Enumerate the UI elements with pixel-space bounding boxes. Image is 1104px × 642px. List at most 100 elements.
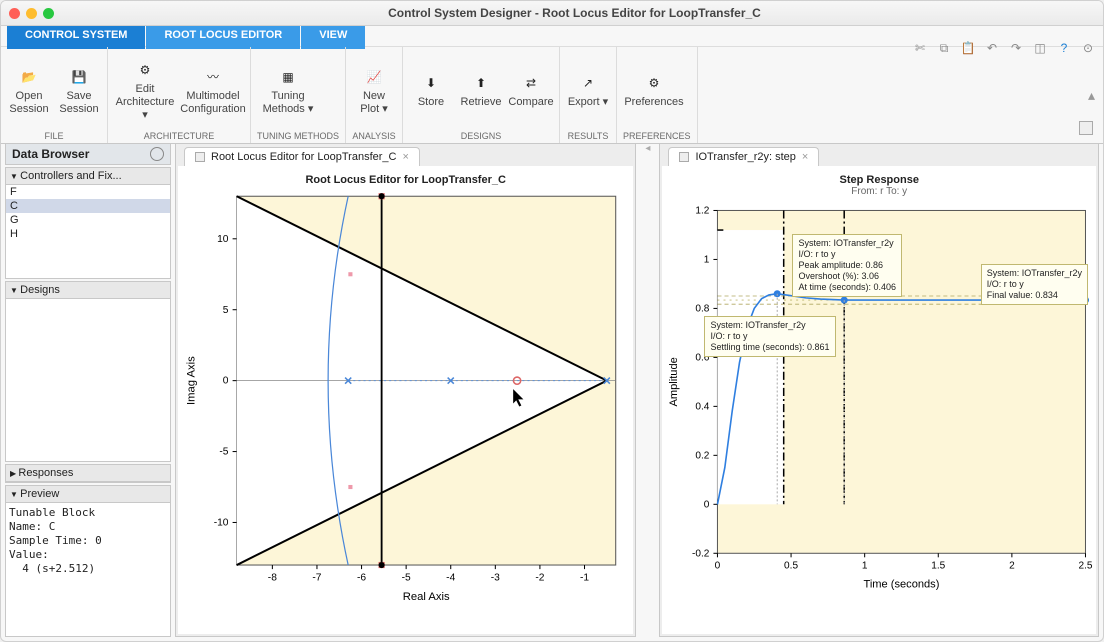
controllers-section-header[interactable]: Controllers and Fix... [6, 168, 170, 185]
pin-icon[interactable] [195, 152, 205, 162]
svg-text:-5: -5 [219, 447, 228, 458]
svg-text:10: 10 [217, 234, 229, 245]
tuning-icon: ▦ [276, 65, 300, 89]
store-icon: ⬇︎ [419, 71, 443, 95]
svg-text:-1: -1 [580, 572, 589, 583]
cut-icon[interactable]: ✄ [909, 37, 931, 59]
svg-text:-8: -8 [268, 572, 277, 583]
section-label-results: RESULTS [566, 129, 610, 143]
data-browser-panel: Data Browser Controllers and Fix... FCGH… [5, 143, 171, 637]
data-browser-options-icon[interactable] [150, 147, 164, 161]
controller-item[interactable]: H [6, 227, 170, 241]
final-value-annotation: System: IOTransfer_r2y I/O: r to y Final… [981, 264, 1088, 305]
paste-icon[interactable]: 📋 [957, 37, 979, 59]
svg-text:Amplitude: Amplitude [669, 357, 681, 406]
svg-text:-0.2: -0.2 [692, 548, 710, 559]
svg-text:5: 5 [223, 305, 229, 316]
store-button[interactable]: ⬇︎ Store [409, 51, 453, 129]
preview-section-header[interactable]: Preview [6, 486, 170, 503]
svg-text:Imag Axis: Imag Axis [186, 356, 198, 405]
preferences-button[interactable]: ⚙︎ Preferences [623, 51, 685, 129]
responses-section-header[interactable]: Responses [6, 465, 170, 482]
zoom-window-button[interactable] [43, 8, 54, 19]
preview-text: Tunable Block Name: C Sample Time: 0 Val… [6, 503, 170, 579]
step-response-tile: IOTransfer_r2y: step × Step Response Fro… [659, 143, 1099, 637]
step-response-title: Step Response [662, 166, 1096, 186]
svg-text:0.5: 0.5 [784, 560, 798, 571]
svg-text:0.2: 0.2 [696, 450, 710, 461]
root-locus-tile: Root Locus Editor for LoopTransfer_C × R… [175, 143, 636, 637]
svg-text:1: 1 [704, 254, 710, 265]
data-browser-header: Data Browser [5, 143, 171, 165]
controller-item[interactable]: C [6, 199, 170, 213]
save-icon: 💾 [67, 65, 91, 89]
settling-annotation: System: IOTransfer_r2y I/O: r to y Settl… [704, 316, 835, 357]
section-label-file: FILE [7, 129, 101, 143]
compare-button[interactable]: ⇄ Compare [509, 51, 553, 129]
redo-icon[interactable]: ↷ [1005, 37, 1027, 59]
svg-text:0: 0 [223, 376, 229, 387]
svg-text:1.2: 1.2 [696, 205, 710, 216]
tab-root-locus-editor[interactable]: ROOT LOCUS EDITOR [146, 26, 300, 49]
tab-view[interactable]: VIEW [301, 26, 365, 49]
svg-text:-6: -6 [357, 572, 366, 583]
open-session-button[interactable]: 📂 Open Session [7, 51, 51, 129]
titlebar: Control System Designer - Root Locus Edi… [1, 1, 1103, 26]
dock-icon[interactable]: ◫ [1029, 37, 1051, 59]
svg-text:-4: -4 [446, 572, 455, 583]
close-tab-icon[interactable]: × [802, 151, 808, 163]
section-label-designs: DESIGNS [409, 129, 553, 143]
section-label-preferences: PREFERENCES [623, 129, 691, 143]
svg-text:-7: -7 [312, 572, 321, 583]
window-title: Control System Designer - Root Locus Edi… [54, 6, 1095, 20]
svg-text:2: 2 [1010, 560, 1016, 571]
new-plot-icon: 📈 [362, 65, 386, 89]
restore-layout-button[interactable] [1079, 121, 1093, 135]
edit-architecture-button[interactable]: ⚙︎ Edit Architecture ▾ [114, 51, 176, 129]
root-locus-title: Root Locus Editor for LoopTransfer_C [178, 166, 633, 186]
save-session-button[interactable]: 💾 Save Session [57, 51, 101, 129]
undo-icon[interactable]: ↶ [981, 37, 1003, 59]
step-response-subtitle: From: r To: y [662, 186, 1096, 197]
svg-text:-3: -3 [491, 572, 500, 583]
step-response-tab[interactable]: IOTransfer_r2y: step × [668, 147, 819, 166]
pin-icon[interactable] [679, 152, 689, 162]
architecture-icon: ⚙︎ [133, 58, 157, 82]
copy-icon[interactable]: ⧉ [933, 37, 955, 59]
svg-text:Time (seconds): Time (seconds) [864, 579, 940, 591]
folder-open-icon: 📂 [17, 65, 41, 89]
peak-annotation: System: IOTransfer_r2y I/O: r to y Peak … [792, 234, 902, 297]
new-plot-button[interactable]: 📈 New Plot ▾ [352, 51, 396, 129]
svg-text:0.8: 0.8 [696, 303, 710, 314]
tab-control-system[interactable]: CONTROL SYSTEM [7, 26, 145, 49]
export-icon: ↗︎ [576, 71, 600, 95]
collapse-ribbon-icon[interactable]: ▴ [1088, 87, 1095, 104]
designs-section-header[interactable]: Designs [6, 282, 170, 299]
retrieve-icon: ⬆︎ [469, 71, 493, 95]
root-locus-tab[interactable]: Root Locus Editor for LoopTransfer_C × [184, 147, 420, 166]
close-window-button[interactable] [9, 8, 20, 19]
svg-text:-10: -10 [214, 518, 229, 529]
svg-text:0: 0 [704, 499, 710, 510]
help-icon[interactable]: ? [1053, 37, 1075, 59]
section-label-analysis: ANALYSIS [352, 129, 396, 143]
tuning-methods-button[interactable]: ▦ Tuning Methods ▾ [257, 51, 319, 129]
more-icon[interactable]: ⊙ [1077, 37, 1099, 59]
controller-item[interactable]: G [6, 213, 170, 227]
svg-text:-5: -5 [402, 572, 411, 583]
retrieve-button[interactable]: ⬆︎ Retrieve [459, 51, 503, 129]
svg-text:Real Axis: Real Axis [403, 591, 450, 603]
multimodel-config-button[interactable]: 〰︎ Multimodel Configuration [182, 51, 244, 129]
controller-item[interactable]: F [6, 185, 170, 199]
svg-text:0: 0 [715, 560, 721, 571]
splitter-handle[interactable]: ◂ [640, 143, 655, 637]
svg-text:-2: -2 [535, 572, 544, 583]
minimize-window-button[interactable] [26, 8, 37, 19]
svg-text:1.5: 1.5 [932, 560, 946, 571]
multimodel-icon: 〰︎ [201, 65, 225, 89]
svg-text:2.5: 2.5 [1079, 560, 1093, 571]
close-tab-icon[interactable]: × [402, 151, 408, 163]
root-locus-plot[interactable]: -8 -7 -6 -5 -4 -3 -2 -1 -10 -5 0 5 10 Real Axis Imag A… [178, 186, 633, 606]
section-label-architecture: ARCHITECTURE [114, 129, 244, 143]
export-button[interactable]: ↗︎ Export ▾ [566, 51, 610, 129]
